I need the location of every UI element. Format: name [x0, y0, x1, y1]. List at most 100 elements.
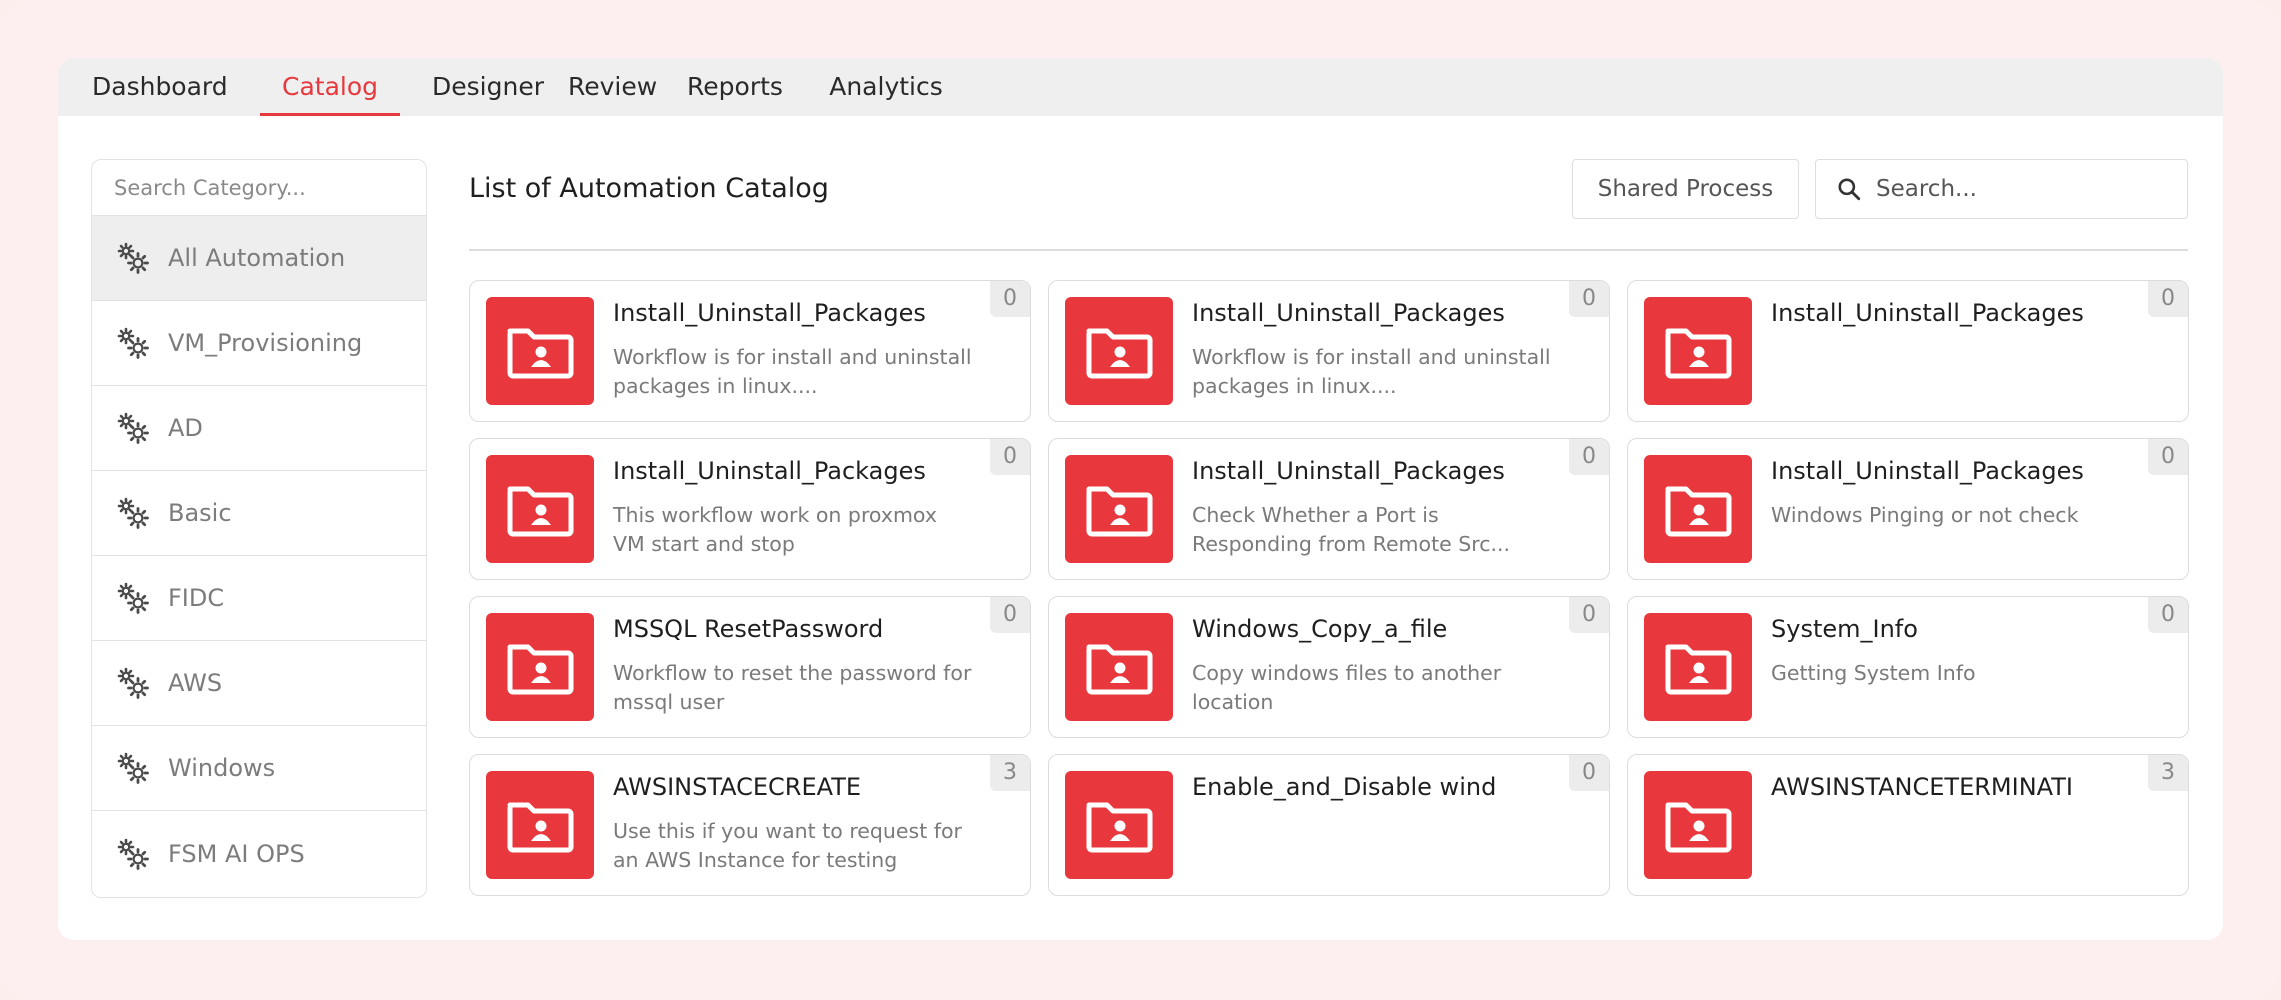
page-title: List of Automation Catalog	[469, 173, 829, 204]
card-title: Install_Uninstall_Packages	[1192, 457, 1505, 485]
card-title: System_Info	[1771, 615, 1918, 643]
gears-icon	[117, 582, 149, 614]
tab-catalog[interactable]: Catalog	[260, 58, 400, 116]
sidebar-item-label: FSM AI OPS	[168, 839, 305, 868]
card-title: Install_Uninstall_Packages	[613, 457, 926, 485]
card-count-badge: 0	[990, 439, 1030, 475]
sidebar-item-basic[interactable]: Basic	[92, 471, 426, 556]
shared-process-button[interactable]: Shared Process	[1572, 159, 1799, 219]
folder-user-icon	[1086, 644, 1153, 695]
sidebar-item-aws[interactable]: AWS	[92, 641, 426, 726]
catalog-card[interactable]: MSSQL ResetPassword Workflow to reset th…	[469, 596, 1031, 738]
card-description: Use this if you want to request for an A…	[613, 819, 962, 872]
sidebar-item-fsm-ai-ops[interactable]: FSM AI OPS	[92, 811, 426, 896]
tab-review[interactable]: Review	[568, 58, 657, 116]
catalog-card[interactable]: Windows_Copy_a_file Copy windows files t…	[1048, 596, 1610, 738]
card-count-badge: 0	[2148, 439, 2188, 475]
gears-icon	[117, 752, 149, 784]
catalog-card[interactable]: Enable_and_Disable wind 0	[1048, 754, 1610, 896]
catalog-card[interactable]: AWSINSTACECREATE Use this if you want to…	[469, 754, 1031, 896]
card-count-badge: 0	[1569, 755, 1609, 791]
catalog-card[interactable]: Install_Uninstall_Packages Workflow is f…	[469, 280, 1031, 422]
card-count-badge: 0	[1569, 281, 1609, 317]
catalog-card[interactable]: Install_Uninstall_Packages Workflow is f…	[1048, 280, 1610, 422]
card-description: Check Whether a Port is Responding from …	[1192, 503, 1511, 556]
page-background: Dashboard Catalog Designer Review Report…	[0, 0, 2281, 1000]
tab-reports[interactable]: Reports	[684, 58, 786, 116]
card-title: Install_Uninstall_Packages	[1192, 299, 1505, 327]
catalog-card[interactable]: Install_Uninstall_Packages 0	[1627, 280, 2189, 422]
folder-user-icon	[507, 644, 574, 695]
app-panel: Dashboard Catalog Designer Review Report…	[58, 58, 2223, 940]
tab-dashboard[interactable]: Dashboard	[92, 58, 228, 116]
sidebar-item-windows[interactable]: Windows	[92, 726, 426, 811]
gears-icon	[117, 838, 149, 870]
card-thumbnail	[1065, 297, 1173, 405]
folder-user-icon	[1665, 486, 1732, 537]
card-count-badge: 0	[990, 597, 1030, 633]
folder-user-icon	[1665, 644, 1732, 695]
card-thumbnail	[1644, 613, 1752, 721]
gears-icon	[117, 497, 149, 529]
folder-user-icon	[507, 486, 574, 537]
gears-icon	[117, 412, 149, 444]
catalog-card[interactable]: AWSINSTANCETERMINATI 3	[1627, 754, 2189, 896]
card-thumbnail	[486, 297, 594, 405]
folder-user-icon	[1665, 328, 1732, 379]
card-count-badge: 0	[990, 281, 1030, 317]
sidebar-item-label: Basic	[168, 499, 232, 527]
card-title: Enable_and_Disable wind	[1192, 773, 1497, 801]
gears-icon	[117, 242, 149, 274]
card-count-badge: 0	[2148, 597, 2188, 633]
card-thumbnail	[486, 455, 594, 563]
search-icon	[1838, 178, 1861, 201]
catalog-search-input[interactable]	[1876, 176, 2176, 202]
card-title: AWSINSTACECREATE	[613, 773, 862, 801]
card-title: MSSQL ResetPassword	[613, 615, 884, 643]
catalog-card[interactable]: Install_Uninstall_Packages This workflow…	[469, 438, 1031, 580]
card-title: Install_Uninstall_Packages	[1771, 299, 2084, 327]
category-search	[92, 160, 426, 216]
category-search-input[interactable]	[114, 175, 414, 200]
tab-designer[interactable]: Designer	[432, 58, 544, 116]
catalog-grid: Install_Uninstall_Packages Workflow is f…	[469, 280, 2189, 896]
category-sidebar: All Automation VM_Provision	[91, 159, 427, 898]
catalog-search	[1815, 159, 2188, 219]
sidebar-item-label: Windows	[168, 754, 276, 782]
sidebar-item-all-automation[interactable]: All Automation	[92, 216, 426, 301]
sidebar-item-label: AD	[168, 414, 203, 442]
folder-user-icon	[1086, 486, 1153, 537]
card-title: AWSINSTANCETERMINATI	[1771, 773, 2073, 801]
folder-user-icon	[1086, 328, 1153, 379]
card-description: Workflow to reset the password for mssql…	[613, 661, 972, 714]
card-description: Copy windows files to another location	[1192, 661, 1502, 714]
catalog-card[interactable]: Install_Uninstall_Packages Check Whether…	[1048, 438, 1610, 580]
folder-user-icon	[1086, 802, 1153, 853]
card-thumbnail	[1065, 613, 1173, 721]
sidebar-item-vm-provisioning[interactable]: VM_Provisioning	[92, 301, 426, 386]
catalog-card[interactable]: System_Info Getting System Info 0	[1627, 596, 2189, 738]
sidebar-item-label: VM_Provisioning	[168, 329, 363, 357]
card-count-badge: 0	[1569, 439, 1609, 475]
folder-user-icon	[507, 328, 574, 379]
card-title: Install_Uninstall_Packages	[1771, 457, 2084, 485]
catalog-card[interactable]: Install_Uninstall_Packages Windows Pingi…	[1627, 438, 2189, 580]
card-thumbnail	[1065, 771, 1173, 879]
sidebar-item-label: AWS	[168, 669, 223, 697]
top-tab-bar: Dashboard Catalog Designer Review Report…	[58, 58, 2223, 116]
tab-analytics[interactable]: Analytics	[826, 58, 946, 116]
card-thumbnail	[1644, 455, 1752, 563]
card-thumbnail	[1644, 771, 1752, 879]
card-title: Windows_Copy_a_file	[1192, 615, 1448, 643]
sidebar-item-fidc[interactable]: FIDC	[92, 556, 426, 641]
card-thumbnail	[1644, 297, 1752, 405]
card-thumbnail	[486, 771, 594, 879]
card-count-badge: 3	[2148, 755, 2188, 791]
card-title: Install_Uninstall_Packages	[613, 299, 926, 327]
sidebar-item-ad[interactable]: AD	[92, 386, 426, 471]
card-count-badge: 0	[2148, 281, 2188, 317]
folder-user-icon	[1665, 802, 1732, 853]
header-divider	[469, 249, 2188, 251]
gears-icon	[117, 327, 149, 359]
gears-icon	[117, 667, 149, 699]
